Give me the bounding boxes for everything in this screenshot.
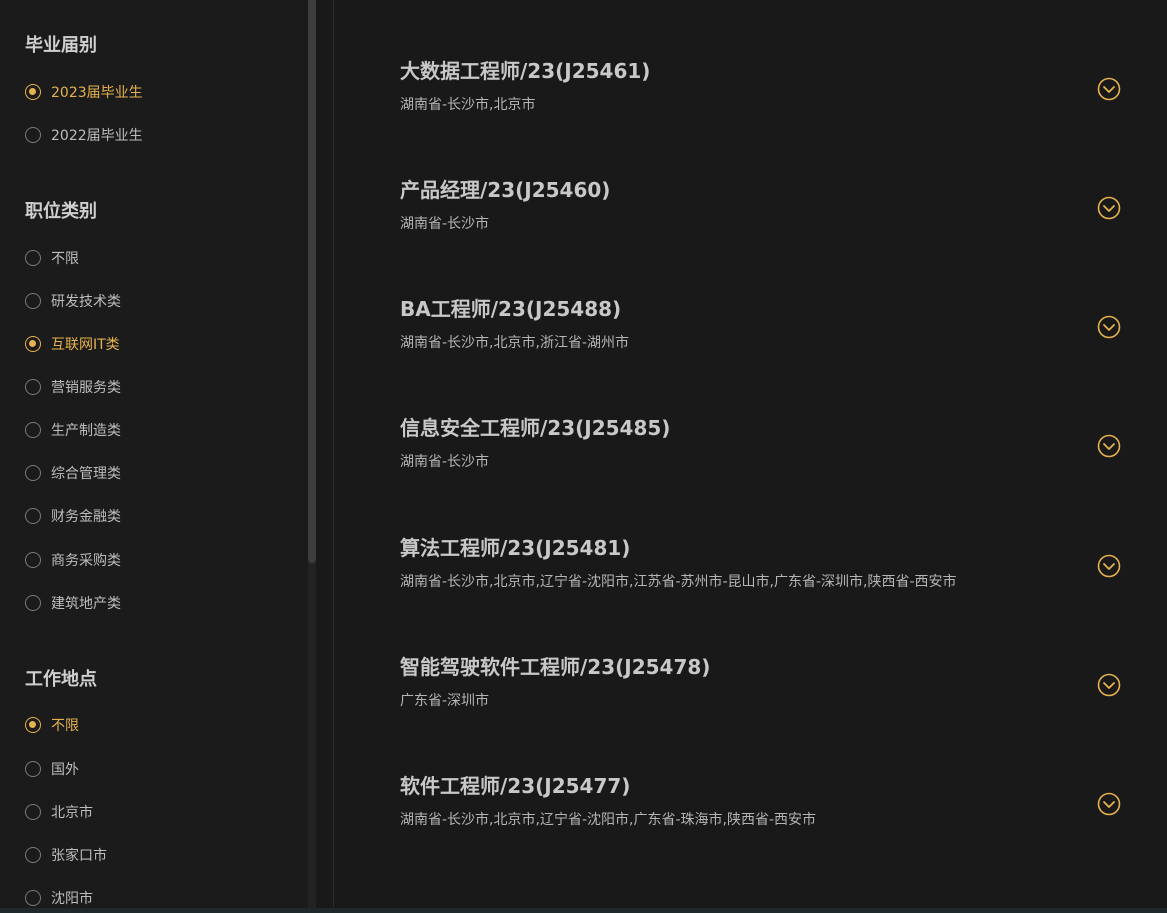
option-label: 2023届毕业生 (51, 85, 143, 101)
category-option-real-estate[interactable]: 建筑地产类 (25, 593, 121, 613)
location-option-beijing[interactable]: 北京市 (25, 802, 93, 822)
location-filter: 工作地点 不限 国外 北京市 张家口市 沈阳市 (25, 668, 107, 907)
chevron-down-circle-icon[interactable] (1097, 792, 1121, 816)
job-location: 湖南省-长沙市,北京市 (400, 97, 536, 113)
option-label: 张家口市 (51, 848, 107, 864)
radio-icon[interactable] (25, 847, 41, 863)
radio-icon[interactable] (25, 465, 41, 481)
chevron-down-circle-icon[interactable] (1097, 554, 1121, 578)
job-item[interactable]: BA工程师/23(J25488) 湖南省-长沙市,北京市,浙江省-湖州市 (400, 296, 1140, 376)
radio-icon[interactable] (25, 422, 41, 438)
job-item[interactable]: 大数据工程师/23(J25461) 湖南省-长沙市,北京市 (400, 58, 1140, 138)
option-label: 财务金融类 (51, 509, 121, 525)
job-location: 湖南省-长沙市 (400, 216, 490, 232)
job-location: 湖南省-长沙市,北京市,辽宁省-沈阳市,江苏省-苏州市-昆山市,广东省-深圳市,… (400, 574, 957, 590)
category-option-manufacturing[interactable]: 生产制造类 (25, 420, 121, 440)
filter-sidebar: 毕业届别 2023届毕业生 2022届毕业生 职位类别 不限 研发技术类 互联网… (0, 0, 308, 908)
job-item[interactable]: 算法工程师/23(J25481) 湖南省-长沙市,北京市,辽宁省-沈阳市,江苏省… (400, 535, 1140, 615)
job-location: 湖南省-长沙市,北京市,浙江省-湖州市 (400, 335, 630, 351)
radio-icon[interactable] (25, 508, 41, 524)
job-title[interactable]: 信息安全工程师/23(J25485) (400, 415, 670, 441)
category-filter-title: 职位类别 (25, 201, 97, 222)
job-location: 广东省-深圳市 (400, 693, 490, 709)
option-label: 综合管理类 (51, 466, 121, 482)
category-option-management[interactable]: 综合管理类 (25, 463, 121, 483)
radio-icon[interactable] (25, 379, 41, 395)
radio-icon[interactable] (25, 336, 41, 352)
radio-icon[interactable] (25, 293, 41, 309)
option-label: 不限 (51, 718, 79, 734)
bottom-edge (0, 908, 1167, 913)
option-label: 互联网IT类 (51, 337, 120, 353)
option-label: 商务采购类 (51, 553, 121, 569)
page-root: 毕业届别 2023届毕业生 2022届毕业生 职位类别 不限 研发技术类 互联网… (0, 0, 1167, 913)
job-item[interactable]: 产品经理/23(J25460) 湖南省-长沙市 (400, 177, 1140, 257)
radio-icon[interactable] (25, 127, 41, 143)
chevron-down-circle-icon[interactable] (1097, 196, 1121, 220)
job-location: 湖南省-长沙市,北京市,辽宁省-沈阳市,广东省-珠海市,陕西省-西安市 (400, 812, 817, 828)
job-item[interactable]: 软件工程师/23(J25477) 湖南省-长沙市,北京市,辽宁省-沈阳市,广东省… (400, 773, 1140, 853)
chevron-down-circle-icon[interactable] (1097, 434, 1121, 458)
chevron-down-circle-icon[interactable] (1097, 673, 1121, 697)
location-option-zhangjiakou[interactable]: 张家口市 (25, 845, 107, 865)
job-title[interactable]: 算法工程师/23(J25481) (400, 535, 630, 561)
job-title[interactable]: 软件工程师/23(J25477) (400, 773, 630, 799)
graduation-filter-title: 毕业届别 (25, 35, 97, 56)
sidebar-scrollbar-thumb[interactable] (308, 0, 316, 563)
radio-icon[interactable] (25, 552, 41, 568)
option-label: 沈阳市 (51, 891, 93, 907)
panel-divider (333, 0, 334, 908)
category-option-procurement[interactable]: 商务采购类 (25, 550, 121, 570)
graduation-filter: 毕业届别 2023届毕业生 2022届毕业生 (25, 34, 143, 144)
chevron-down-circle-icon[interactable] (1097, 315, 1121, 339)
radio-icon[interactable] (25, 717, 41, 733)
radio-icon[interactable] (25, 84, 41, 100)
location-filter-title: 工作地点 (25, 669, 97, 690)
radio-icon[interactable] (25, 595, 41, 611)
category-option-rd[interactable]: 研发技术类 (25, 291, 121, 311)
option-label: 不限 (51, 251, 79, 267)
option-label: 北京市 (51, 805, 93, 821)
option-label: 生产制造类 (51, 423, 121, 439)
location-option-unlimited[interactable]: 不限 (25, 715, 79, 735)
radio-icon[interactable] (25, 250, 41, 266)
job-title[interactable]: BA工程师/23(J25488) (400, 296, 621, 322)
job-item[interactable]: 信息安全工程师/23(J25485) 湖南省-长沙市 (400, 415, 1140, 495)
job-title[interactable]: 产品经理/23(J25460) (400, 177, 610, 203)
category-option-unlimited[interactable]: 不限 (25, 248, 79, 268)
job-location: 湖南省-长沙市 (400, 454, 490, 470)
category-filter: 职位类别 不限 研发技术类 互联网IT类 营销服务类 生产制造类 综合管理类 财… (25, 200, 121, 612)
chevron-down-circle-icon[interactable] (1097, 77, 1121, 101)
option-label: 建筑地产类 (51, 596, 121, 612)
radio-icon[interactable] (25, 890, 41, 906)
location-option-shenyang[interactable]: 沈阳市 (25, 888, 93, 908)
job-title[interactable]: 大数据工程师/23(J25461) (400, 58, 650, 84)
sidebar-scrollbar[interactable] (308, 0, 316, 908)
job-item[interactable]: 智能驾驶软件工程师/23(J25478) 广东省-深圳市 (400, 654, 1140, 734)
option-label: 研发技术类 (51, 294, 121, 310)
category-option-marketing[interactable]: 营销服务类 (25, 377, 121, 397)
radio-icon[interactable] (25, 804, 41, 820)
category-option-internet-it[interactable]: 互联网IT类 (25, 334, 120, 354)
option-label: 国外 (51, 762, 79, 778)
location-option-overseas[interactable]: 国外 (25, 759, 79, 779)
category-option-finance[interactable]: 财务金融类 (25, 506, 121, 526)
option-label: 2022届毕业生 (51, 128, 143, 144)
job-title[interactable]: 智能驾驶软件工程师/23(J25478) (400, 654, 710, 680)
graduation-option-2023[interactable]: 2023届毕业生 (25, 82, 143, 102)
radio-icon[interactable] (25, 761, 41, 777)
graduation-option-2022[interactable]: 2022届毕业生 (25, 125, 143, 145)
option-label: 营销服务类 (51, 380, 121, 396)
